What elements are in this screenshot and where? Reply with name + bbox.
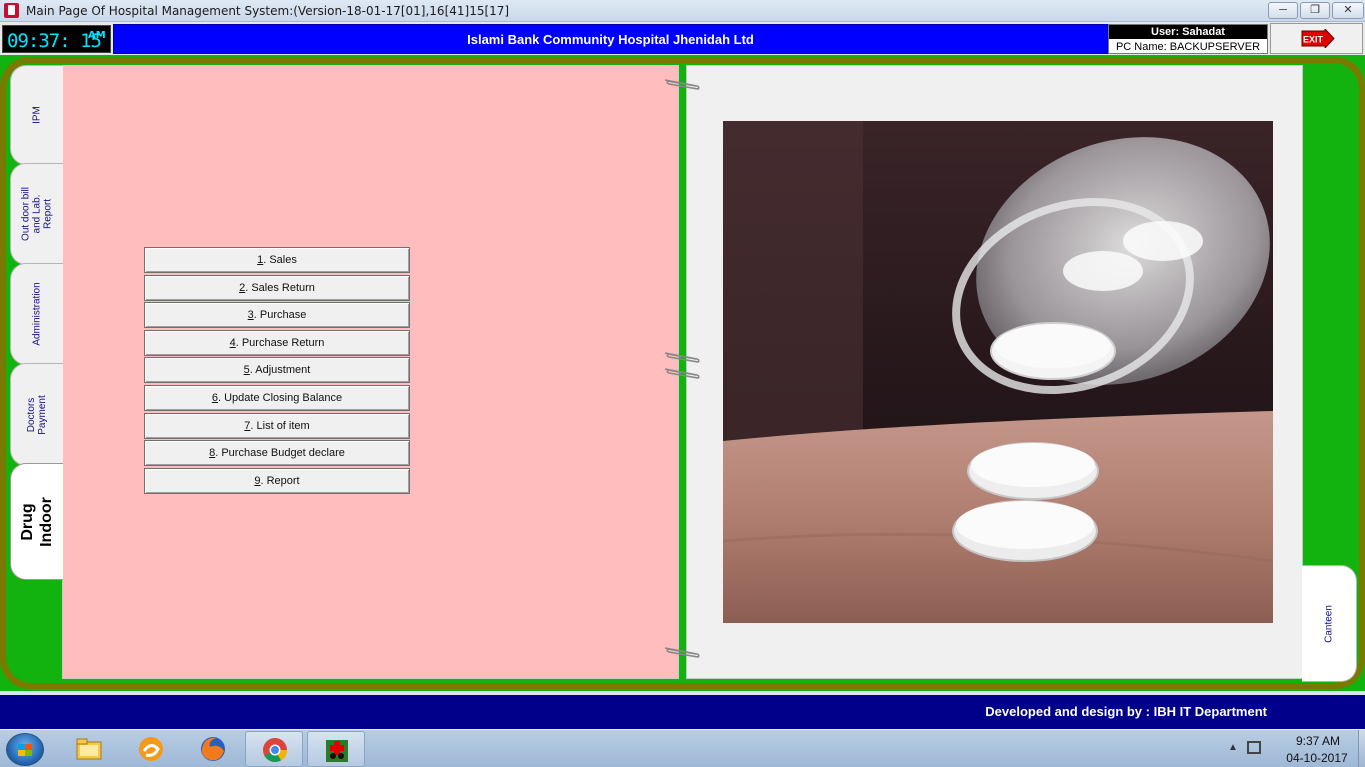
tab-drug-indoor[interactable]: Drug Indoor [10,463,63,580]
window-title-bar[interactable]: Main Page Of Hospital Management System:… [0,0,1365,22]
chrome-icon [263,738,287,763]
show-hidden-icons-icon[interactable]: ▲ [1228,742,1238,753]
tab-ipm[interactable]: IPM [10,65,63,165]
update-closing-balance-button[interactable]: 6. Update Closing Balance [144,384,410,411]
exit-sign-icon: EXIT [1301,29,1335,48]
system-tray: ▲ 9:37 AM 04-10-2017 [1223,730,1365,767]
tab-label: Doctors Payment [26,394,48,435]
uc-browser-icon [139,737,163,761]
paper-clip-icon [664,368,700,379]
header-bar: 09:37: 15 AM Islami Bank Community Hospi… [0,22,1365,55]
app-root: Main Page Of Hospital Management System:… [0,0,1365,767]
firefox-icon [201,737,225,761]
pills-photo [723,121,1273,623]
developer-credit: Developed and design by : IBH IT Departm… [985,704,1267,719]
taskbar-item-chrome[interactable] [245,731,303,767]
taskbar-item-firefox[interactable] [184,731,242,767]
file-explorer-icon [76,738,102,760]
pc-name-label: PC Name: BACKUPSERVER [1115,41,1261,53]
exit-button[interactable]: EXIT [1270,23,1363,54]
paper-clip-icon [664,79,700,90]
user-info: User: Sahadat PC Name: BACKUPSERVER [1108,24,1268,54]
tab-administration[interactable]: Administration [10,263,63,365]
hospital-app-icon [326,740,348,762]
app-icon [4,3,19,18]
tray-time[interactable]: 9:37 AM [1283,734,1353,748]
purchase-button[interactable]: 3. Purchase [144,302,410,329]
tab-label: Canteen [1323,604,1335,643]
tray-date[interactable]: 04-10-2017 [1279,751,1355,765]
adjustment-button[interactable]: 5. Adjustment [144,357,410,384]
paper-clip-icon [664,352,700,363]
hospital-name: Islami Bank Community Hospital Jhenidah … [467,32,754,47]
user-label: User: Sahadat [1109,25,1267,39]
tab-label: IPM [31,106,43,124]
tab-label: Administration [31,282,43,346]
footer-bar: Developed and design by : IBH IT Departm… [0,695,1365,729]
tab-outdoor-bill[interactable]: Out door bill and Lab. Report [10,163,63,265]
window-title: Main Page Of Hospital Management System:… [26,4,510,18]
drug-indoor-menu: 1. Sales 2. Sales Return 3. Purchase 4. … [144,247,411,495]
sales-button[interactable]: 1. Sales [144,247,410,273]
taskbar-item-file-explorer[interactable] [60,731,118,767]
tab-canteen[interactable]: Canteen [1302,565,1357,682]
taskbar-item-uc-browser[interactable] [122,731,180,767]
tab-label: Drug Indoor [19,496,55,547]
windows-taskbar: ▲ 9:37 AM 04-10-2017 [0,729,1365,767]
maximize-button[interactable]: ❐ [1300,2,1330,19]
hospital-banner: Islami Bank Community Hospital Jhenidah … [113,24,1108,54]
close-button[interactable]: ✕ [1332,2,1364,19]
network-icon[interactable] [1247,741,1261,754]
tab-doctors-payment[interactable]: Doctors Payment [10,363,63,466]
paper-clip-icon [664,647,700,658]
purchase-return-button[interactable]: 4. Purchase Return [144,329,410,356]
minimize-button[interactable]: ─ [1268,2,1298,19]
start-button[interactable] [6,733,44,766]
clock-ampm: AM [88,30,106,41]
report-button[interactable]: 9. Report [144,467,410,494]
sales-return-button[interactable]: 2. Sales Return [144,274,410,301]
list-of-item-button[interactable]: 7. List of item [144,412,410,439]
show-desktop-button[interactable] [1358,730,1365,767]
digital-clock: 09:37: 15 AM [2,25,111,53]
taskbar-item-hospital-app[interactable] [307,731,365,767]
tab-label: Out door bill and Lab. Report [20,187,54,241]
purchase-budget-button[interactable]: 8. Purchase Budget declare [144,440,410,467]
exit-label: EXIT [1303,35,1324,45]
clock-time: 09:37: 15 [7,30,102,52]
